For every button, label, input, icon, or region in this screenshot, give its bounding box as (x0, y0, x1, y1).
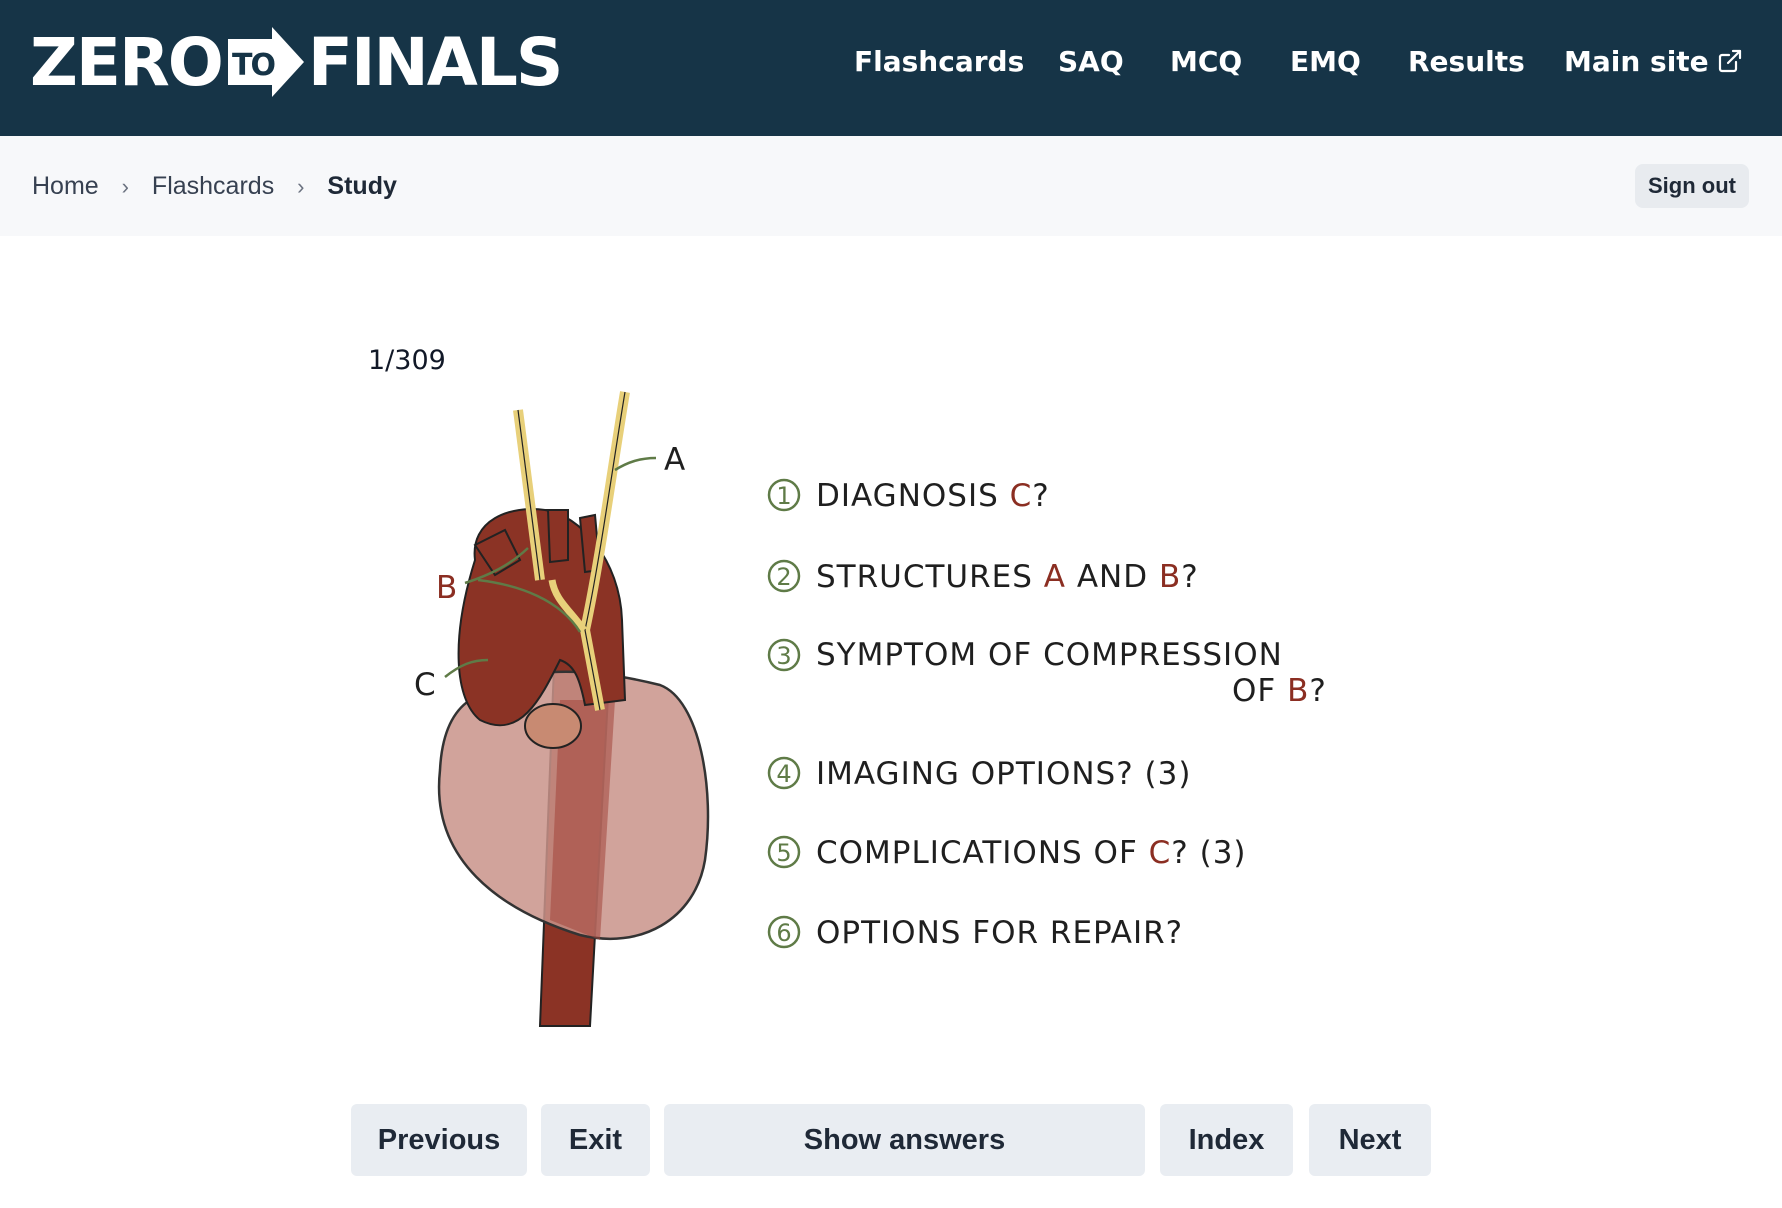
nav-main-site-label: Main site (1564, 45, 1709, 78)
nav-emq[interactable]: EMQ (1290, 40, 1361, 84)
label-b: B (436, 570, 458, 606)
question-5: 5 COMPLICATIONS OF C? (3) (767, 835, 1247, 871)
nav-main-site[interactable]: Main site (1564, 40, 1743, 84)
svg-text:IMAGING OPTIONS? (3): IMAGING OPTIONS? (3) (816, 756, 1191, 792)
breadcrumb-current: Study (327, 172, 397, 200)
aorta-illustration: A B C (414, 391, 710, 1027)
svg-text:COMPLICATIONS OF C? (3): COMPLICATIONS OF C? (3) (816, 835, 1247, 871)
label-a: A (664, 442, 686, 478)
exit-button[interactable]: Exit (541, 1104, 650, 1176)
label-c: C (414, 667, 437, 703)
question-3: 3 SYMPTOM OF COMPRESSION OF B? (767, 637, 1327, 709)
svg-text:4: 4 (776, 760, 791, 788)
nav-mcq[interactable]: MCQ (1170, 40, 1242, 84)
top-header: ZERO TO FINALS Flashcards SAQ MCQ EMQ Re… (0, 0, 1782, 136)
index-button[interactable]: Index (1160, 1104, 1293, 1176)
breadcrumb: Home › Flashcards › Study (32, 168, 397, 204)
svg-text:OPTIONS FOR REPAIR?: OPTIONS FOR REPAIR? (816, 915, 1183, 951)
question-2: 2 STRUCTURES A AND B? (767, 559, 1199, 595)
breadcrumb-flashcards[interactable]: Flashcards (152, 172, 274, 200)
breadcrumb-separator-icon: › (121, 174, 129, 199)
breadcrumb-bar: Home › Flashcards › Study (0, 136, 1782, 236)
external-link-icon (1718, 49, 1741, 73)
question-4: 4 IMAGING OPTIONS? (3) (767, 756, 1191, 792)
breadcrumb-separator-icon: › (297, 174, 305, 199)
main-nav: Flashcards SAQ MCQ EMQ Results Main site (0, 40, 1782, 84)
nav-flashcards[interactable]: Flashcards (854, 40, 1024, 84)
question-list: 1 DIAGNOSIS C? 2 STRUCTURES A AND B? 3 S… (767, 478, 1327, 951)
question-6: 6 OPTIONS FOR REPAIR? (767, 915, 1183, 951)
svg-text:SYMPTOM OF COMPRESSION: SYMPTOM OF COMPRESSION (816, 637, 1283, 673)
card-counter: 1/309 (368, 345, 446, 376)
svg-text:5: 5 (776, 839, 791, 867)
breadcrumb-home[interactable]: Home (32, 172, 99, 200)
svg-text:STRUCTURES A AND B?: STRUCTURES A AND B? (816, 559, 1199, 595)
nav-results[interactable]: Results (1408, 40, 1525, 84)
svg-text:DIAGNOSIS C?: DIAGNOSIS C? (816, 478, 1050, 514)
question-1: 1 DIAGNOSIS C? (767, 478, 1050, 514)
svg-text:OF B?: OF B? (1232, 673, 1327, 709)
svg-text:1: 1 (776, 482, 791, 510)
show-answers-button[interactable]: Show answers (664, 1104, 1145, 1176)
next-button[interactable]: Next (1309, 1104, 1431, 1176)
nav-saq[interactable]: SAQ (1058, 40, 1124, 84)
sign-out-button[interactable]: Sign out (1635, 164, 1749, 208)
svg-text:2: 2 (776, 563, 791, 591)
previous-button[interactable]: Previous (351, 1104, 527, 1176)
svg-text:6: 6 (776, 919, 791, 947)
flashcard-image: A B C 1 DIAGNOSIS C? 2 STRUCTURES A AND … (414, 391, 1327, 1027)
svg-text:3: 3 (776, 642, 791, 670)
